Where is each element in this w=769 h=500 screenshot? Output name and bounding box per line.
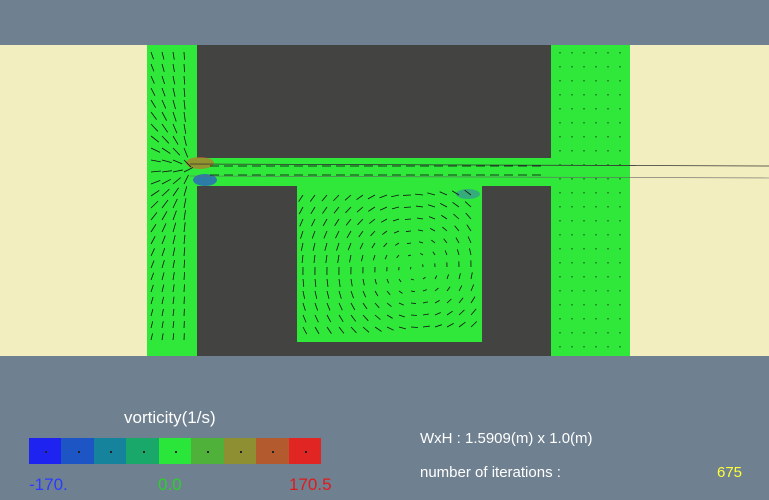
velocity-vector: [410, 302, 416, 304]
legend-swatch: [61, 438, 94, 464]
iterations-value: 675: [717, 464, 743, 481]
solid-block-top: [197, 45, 551, 158]
iterations-label: number of iterations :: [420, 464, 561, 481]
domain-dimensions-text: WxH : 1.5909(m) x 1.0(m): [420, 430, 593, 447]
legend-swatch: [93, 438, 127, 464]
legend-swatch: [223, 438, 257, 464]
vorticity-hotspot-red: [186, 157, 214, 169]
legend-swatch-marker: [304, 451, 307, 453]
legend-min-label: -170.: [29, 475, 68, 494]
vorticity-color-scale: [29, 438, 321, 464]
top-margin: [0, 0, 769, 45]
velocity-vector: [410, 314, 417, 316]
legend-swatch-marker: [142, 451, 145, 453]
legend-swatch: [126, 438, 159, 464]
legend-swatch: [29, 438, 62, 464]
velocity-vector: [183, 51, 185, 60]
legend-swatch-marker: [207, 451, 210, 453]
vorticity-hotspot-corner: [456, 189, 480, 199]
legend-swatch-marker: [110, 451, 113, 453]
left-inflow-region: [0, 45, 147, 356]
right-outflow-region: [630, 45, 769, 356]
legend-mid-label: 0.0: [158, 475, 182, 494]
velocity-vector: [405, 230, 412, 232]
legend-swatch: [256, 438, 289, 464]
legend-swatch: [288, 438, 321, 464]
velocity-vector: [183, 272, 185, 281]
simulation-canvas: [0, 0, 769, 356]
legend-swatch-marker: [77, 451, 80, 453]
legend-max-label: 170.5: [289, 475, 332, 494]
legend-swatch: [191, 438, 224, 464]
legend-swatch-marker: [239, 451, 242, 453]
legend-swatch: [158, 438, 192, 464]
legend-title: vorticity(1/s): [124, 408, 216, 427]
legend-swatch-marker: [272, 451, 275, 453]
velocity-vector: [410, 266, 412, 270]
legend-swatch-marker: [45, 451, 48, 453]
legend-swatch-marker: [174, 451, 177, 453]
